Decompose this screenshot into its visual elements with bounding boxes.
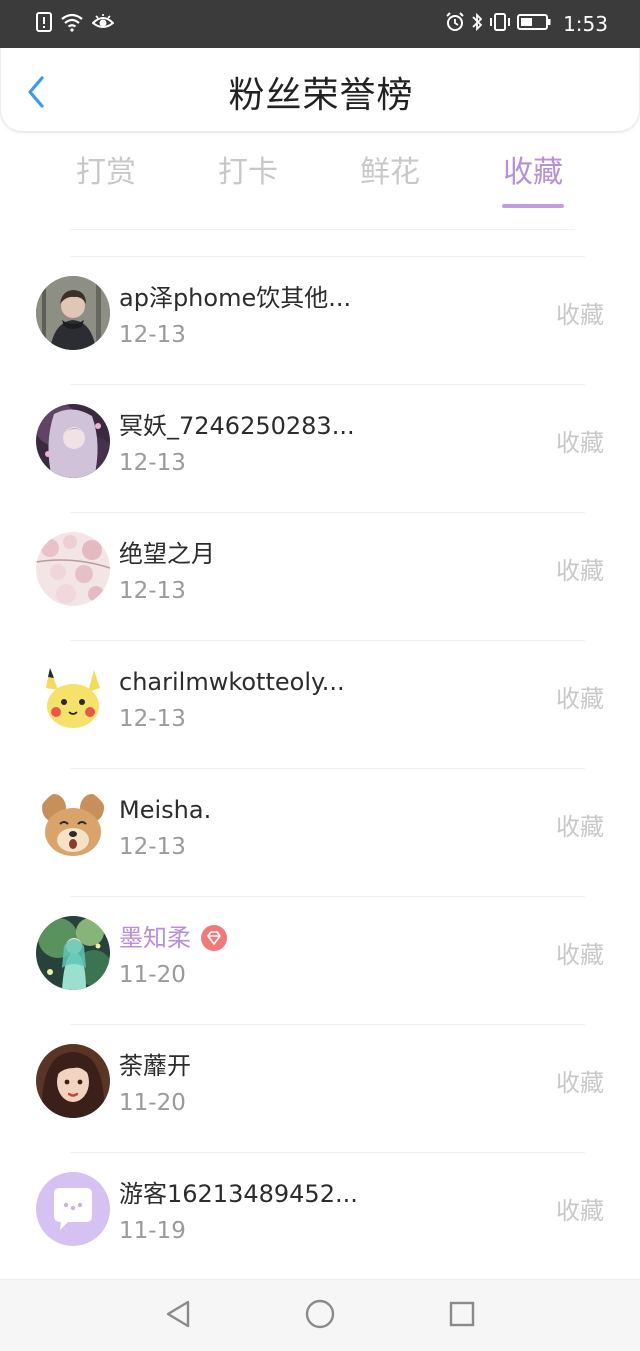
tab-bar: 打赏 打卡 鲜花 收藏 — [0, 150, 640, 212]
nav-recents-button[interactable] — [444, 1298, 480, 1334]
divider — [70, 1152, 585, 1153]
avatar[interactable] — [36, 916, 110, 990]
divider — [70, 384, 585, 385]
favorite-label: 收藏 — [556, 557, 604, 585]
divider — [70, 229, 575, 230]
diamond-icon — [201, 925, 227, 951]
tab-checkin[interactable]: 打卡 — [208, 150, 288, 212]
favorite-label: 收藏 — [556, 301, 604, 329]
alarm-icon — [445, 12, 465, 36]
avatar[interactable] — [36, 1172, 110, 1246]
divider — [70, 256, 585, 257]
fan-date: 12-13 — [119, 322, 186, 348]
status-bar: 1:53 — [0, 0, 640, 48]
avatar[interactable] — [36, 276, 110, 350]
sim-alert-icon — [36, 12, 52, 36]
fan-date: 12-13 — [119, 834, 186, 860]
favorite-label: 收藏 — [556, 429, 604, 457]
avatar[interactable] — [36, 660, 110, 734]
tab-reward[interactable]: 打赏 — [66, 150, 146, 212]
divider — [70, 640, 585, 641]
back-triangle-icon — [164, 1299, 192, 1333]
avatar[interactable] — [36, 788, 110, 862]
list-item[interactable]: 墨知柔 11-20 收藏 — [0, 896, 640, 1024]
tab-flowers[interactable]: 鲜花 — [350, 150, 430, 212]
system-nav-bar — [0, 1279, 640, 1351]
avatar[interactable] — [36, 1044, 110, 1118]
wifi-icon — [60, 12, 84, 36]
bluetooth-icon — [471, 12, 483, 36]
fan-date: 11-20 — [119, 1090, 186, 1116]
fan-name: 墨知柔 — [119, 924, 191, 952]
favorite-label: 收藏 — [556, 1197, 604, 1225]
vibrate-icon — [489, 12, 511, 36]
divider — [70, 512, 585, 513]
fan-date: 12-13 — [119, 450, 186, 476]
fan-name: 游客16213489452... — [119, 1180, 358, 1208]
recents-square-icon — [448, 1300, 476, 1332]
tab-label: 打卡 — [218, 155, 278, 190]
list-item[interactable]: 绝望之月 12-13 收藏 — [0, 512, 640, 640]
list-item[interactable]: Meisha. 12-13 收藏 — [0, 768, 640, 896]
page-title: 粉丝荣誉榜 — [228, 75, 414, 116]
fan-date: 12-13 — [119, 578, 186, 604]
status-time: 1:53 — [563, 12, 608, 36]
favorite-label: 收藏 — [556, 685, 604, 713]
fan-name: 冥妖_7246250283... — [119, 412, 355, 440]
avatar[interactable] — [36, 532, 110, 606]
fan-date: 11-20 — [119, 962, 186, 988]
list-item[interactable]: ap泽phome饮其他... 12-13 收藏 — [0, 256, 640, 384]
header-bar: 粉丝荣誉榜 — [0, 48, 640, 132]
tab-label: 收藏 — [503, 155, 563, 190]
favorite-label: 收藏 — [556, 941, 604, 969]
tab-label: 打赏 — [76, 155, 136, 190]
favorite-label: 收藏 — [556, 813, 604, 841]
fan-name: Meisha. — [119, 796, 212, 824]
fan-date: 12-13 — [119, 706, 186, 732]
list-item[interactable]: 荼蘼开 11-20 收藏 — [0, 1024, 640, 1152]
home-circle-icon — [304, 1298, 336, 1334]
eye-icon — [91, 13, 115, 35]
tab-active-indicator — [502, 204, 564, 208]
avatar[interactable] — [36, 404, 110, 478]
fan-name: 绝望之月 — [119, 540, 215, 568]
fan-honor-screen: 1:53 粉丝荣誉榜 打赏 打卡 鲜花 收藏 ap泽phome饮其他... 12… — [0, 0, 640, 1351]
fan-name: charilmwkotteoly... — [119, 668, 345, 696]
tab-favorites[interactable]: 收藏 — [493, 150, 573, 212]
tab-label: 鲜花 — [360, 155, 420, 190]
list-item[interactable]: 冥妖_7246250283... 12-13 收藏 — [0, 384, 640, 512]
nav-home-button[interactable] — [302, 1298, 338, 1334]
fan-name: 荼蘼开 — [119, 1052, 191, 1080]
list-item[interactable]: charilmwkotteoly... 12-13 收藏 — [0, 640, 640, 768]
divider — [70, 768, 585, 769]
list-item[interactable]: 游客16213489452... 11-19 收藏 — [0, 1152, 640, 1280]
nav-back-button[interactable] — [160, 1298, 196, 1334]
fan-name: ap泽phome饮其他... — [119, 284, 352, 312]
favorite-label: 收藏 — [556, 1069, 604, 1097]
divider — [70, 896, 585, 897]
battery-icon — [517, 13, 551, 35]
fan-date: 11-19 — [119, 1218, 186, 1244]
divider — [70, 1024, 585, 1025]
